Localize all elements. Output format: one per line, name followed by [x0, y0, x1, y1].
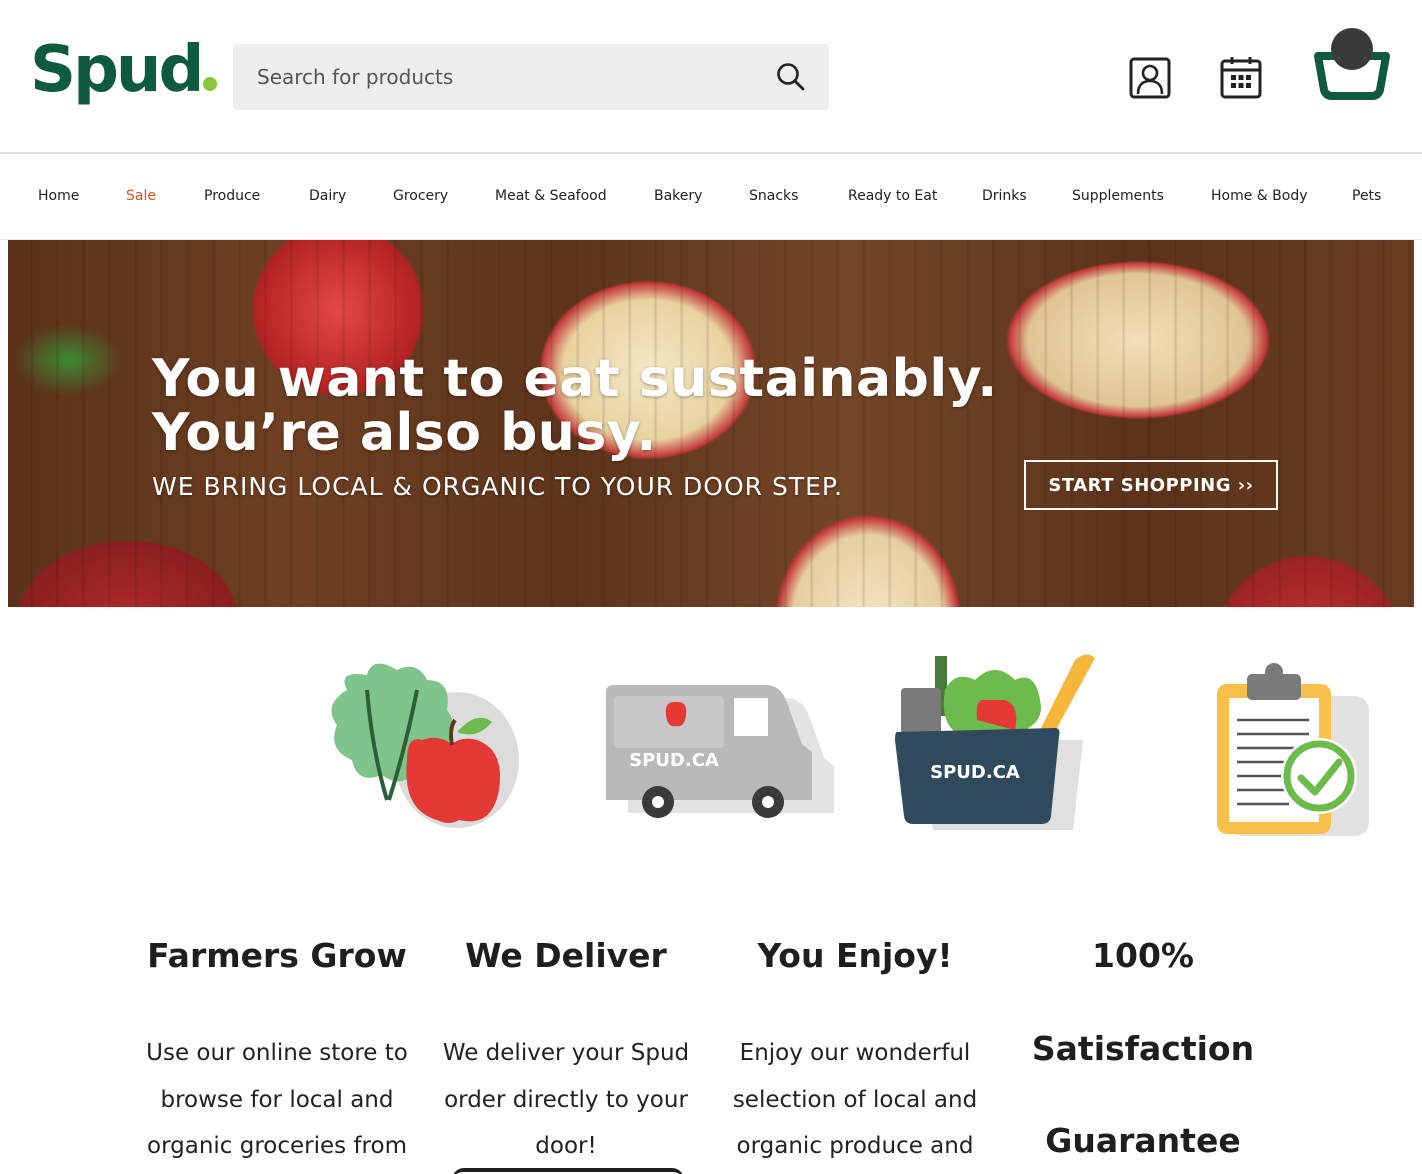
start-shopping-button[interactable]: START SHOPPING ››: [1024, 460, 1278, 510]
nav-item-grocery[interactable]: Grocery: [393, 188, 448, 204]
search-icon[interactable]: [775, 61, 807, 93]
nav-item-supplements[interactable]: Supplements: [1072, 188, 1164, 204]
grocery-bag-icon: SPUD.CA: [895, 654, 1095, 830]
logo-dot: [203, 77, 218, 91]
feature-title: You Enjoy!: [757, 936, 953, 975]
nav-item-produce[interactable]: Produce: [204, 188, 260, 204]
hero-headline-line1: You want to eat sustainably.: [152, 349, 998, 409]
hero-headline: You want to eat sustainably. You’re also…: [152, 352, 998, 460]
nav-item-home[interactable]: Home: [38, 188, 79, 204]
search-input[interactable]: [233, 44, 753, 110]
feature-text: Enjoy our wonderful selection of local a…: [732, 1040, 978, 1159]
nav-item-meat-seafood[interactable]: Meat & Seafood: [495, 188, 607, 204]
nav-item-sale[interactable]: Sale: [126, 188, 156, 204]
feature-title: We Deliver: [465, 936, 667, 975]
calendar-icon[interactable]: [1218, 54, 1264, 100]
spud-logo[interactable]: Spud: [30, 38, 218, 102]
feature-title: Farmers Grow: [147, 936, 407, 975]
hero-headline-line2: You’re also busy.: [152, 403, 657, 463]
nav-item-pets[interactable]: Pets: [1352, 188, 1381, 204]
delivery-truck-icon: SPUD.CA: [606, 685, 834, 818]
van-label: SPUD.CA: [629, 750, 719, 771]
nav-item-home-body[interactable]: Home & Body: [1211, 188, 1308, 204]
nav-item-dairy[interactable]: Dairy: [309, 188, 346, 204]
produce-icon: [331, 663, 519, 828]
clipboard-check-icon: [1217, 663, 1369, 836]
hero-subheadline: WE BRING LOCAL & ORGANIC TO YOUR DOOR ST…: [152, 472, 844, 501]
feature-text: Use our online store to browse for local…: [146, 1040, 408, 1159]
search-bar: [233, 44, 829, 110]
account-icon[interactable]: [1128, 56, 1172, 100]
nav-item-ready-to-eat[interactable]: Ready to Eat: [848, 188, 937, 204]
bag-label: SPUD.CA: [930, 762, 1020, 783]
feature-title-line3: Guarantee: [1045, 1121, 1241, 1160]
feature-text: We deliver your Spud order directly to y…: [442, 1040, 690, 1159]
cart-icon[interactable]: [1310, 24, 1394, 100]
main-nav: Home Sale Produce Dairy Grocery Meat & S…: [0, 154, 1422, 240]
site-header: Spud: [0, 0, 1422, 153]
logo-text[interactable]: Spud: [30, 33, 204, 107]
feature-title-line1: 100%: [1092, 936, 1194, 975]
feature-title-line2: Satisfaction: [1031, 1029, 1255, 1068]
hero-banner: You want to eat sustainably. You’re also…: [8, 240, 1414, 607]
nav-item-snacks[interactable]: Snacks: [749, 188, 798, 204]
nav-item-drinks[interactable]: Drinks: [982, 188, 1027, 204]
nav-item-bakery[interactable]: Bakery: [654, 188, 702, 204]
deliver-button-edge[interactable]: [452, 1168, 684, 1174]
